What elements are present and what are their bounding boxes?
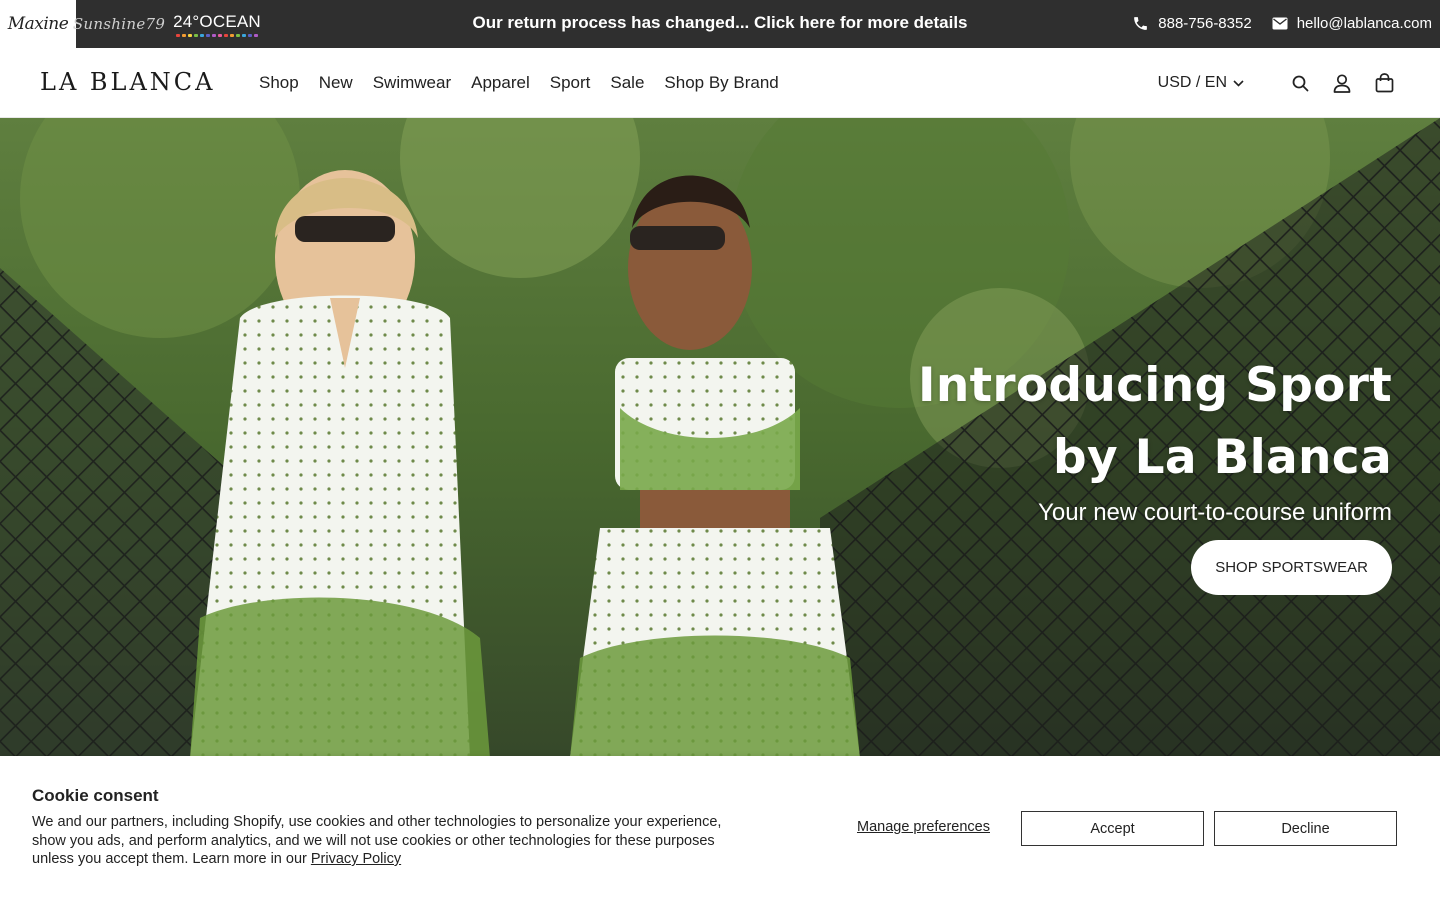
ocean-color-dot bbox=[242, 33, 246, 37]
hero-banner: Introducing Sport by La Blanca Your new … bbox=[0, 118, 1440, 756]
main-nav: Shop New Swimwear Apparel Sport Sale Sho… bbox=[259, 48, 779, 118]
nav-item-sport[interactable]: Sport bbox=[550, 73, 591, 93]
site-header: LA BLANCA Shop New Swimwear Apparel Spor… bbox=[0, 48, 1440, 118]
ocean-color-dot bbox=[236, 33, 240, 37]
account-button[interactable] bbox=[1330, 71, 1354, 95]
nav-item-sale[interactable]: Sale bbox=[610, 73, 644, 93]
header-actions: USD / EN bbox=[1158, 48, 1396, 118]
nav-item-new[interactable]: New bbox=[319, 73, 353, 93]
ocean-color-dot bbox=[182, 33, 186, 37]
email-address: hello@lablanca.com bbox=[1296, 14, 1432, 32]
brand-24-ocean-logo: 24°OCEAN bbox=[173, 11, 261, 31]
hero-title-line1: Introducing Sport bbox=[918, 358, 1392, 413]
cookie-title: Cookie consent bbox=[32, 786, 159, 805]
brand-tab-maxine[interactable]: Maxine bbox=[0, 0, 76, 48]
ocean-color-dot bbox=[206, 33, 210, 37]
brand-switcher: Maxine Sunshine79 24°OCEAN bbox=[0, 0, 274, 48]
privacy-policy-link[interactable]: Privacy Policy bbox=[311, 851, 401, 867]
nav-item-shop-by-brand[interactable]: Shop By Brand bbox=[664, 73, 778, 93]
manage-preferences-link[interactable]: Manage preferences bbox=[857, 819, 990, 835]
ocean-color-dot bbox=[218, 33, 222, 37]
ocean-color-dot bbox=[230, 33, 234, 37]
shop-sportswear-button[interactable]: SHOP SPORTSWEAR bbox=[1191, 540, 1392, 595]
site-logo[interactable]: LA BLANCA bbox=[40, 68, 216, 96]
account-icon bbox=[1333, 73, 1351, 93]
announcement-bar: Maxine Sunshine79 24°OCEAN Our return pr… bbox=[0, 0, 1440, 48]
cookie-consent-banner: Cookie consent We and our partners, incl… bbox=[0, 756, 1440, 900]
search-icon bbox=[1292, 75, 1308, 91]
phone-link[interactable]: 888-756-8352 bbox=[1132, 14, 1252, 32]
decline-button[interactable]: Decline bbox=[1214, 811, 1397, 846]
cart-icon bbox=[1375, 73, 1393, 93]
brand-tab-24-ocean[interactable]: 24°OCEAN bbox=[154, 0, 274, 48]
brand-sunshine79-logo: Sunshine79 bbox=[72, 15, 166, 33]
ocean-color-dot bbox=[248, 33, 252, 37]
nav-item-shop[interactable]: Shop bbox=[259, 73, 299, 93]
search-button[interactable] bbox=[1288, 71, 1312, 95]
hero-content: Introducing Sport by La Blanca Your new … bbox=[918, 350, 1392, 595]
currency-language-selector[interactable]: USD / EN bbox=[1158, 74, 1244, 92]
chevron-down-icon bbox=[1233, 79, 1244, 87]
phone-icon bbox=[1134, 16, 1148, 30]
brand-maxine-logo: Maxine bbox=[7, 14, 69, 34]
currency-language-label: USD / EN bbox=[1157, 74, 1227, 91]
brand-tab-sunshine79[interactable]: Sunshine79 bbox=[73, 0, 165, 48]
email-link[interactable]: hello@lablanca.com bbox=[1272, 15, 1432, 32]
phone-number: 888-756-8352 bbox=[1158, 14, 1252, 32]
brand-24-ocean-color-strip bbox=[176, 33, 258, 37]
nav-item-swimwear[interactable]: Swimwear bbox=[373, 73, 451, 93]
ocean-color-dot bbox=[194, 33, 198, 37]
announcement-message-link[interactable]: Our return process has changed... Click … bbox=[472, 13, 967, 33]
accept-button[interactable]: Accept bbox=[1021, 811, 1204, 846]
ocean-color-dot bbox=[176, 33, 180, 37]
hero-title-line2: by La Blanca bbox=[1053, 430, 1392, 485]
cart-button[interactable] bbox=[1372, 71, 1396, 95]
ocean-color-dot bbox=[212, 33, 216, 37]
ocean-color-dot bbox=[254, 33, 258, 37]
mail-icon bbox=[1272, 17, 1288, 29]
ocean-color-dot bbox=[224, 33, 228, 37]
contact-info: 888-756-8352 hello@lablanca.com bbox=[1132, 0, 1432, 46]
nav-item-apparel[interactable]: Apparel bbox=[471, 73, 530, 93]
ocean-color-dot bbox=[188, 33, 192, 37]
cookie-description: We and our partners, including Shopify, … bbox=[32, 813, 742, 869]
hero-subtitle: Your new court-to-course uniform bbox=[1038, 499, 1392, 526]
ocean-color-dot bbox=[200, 33, 204, 37]
